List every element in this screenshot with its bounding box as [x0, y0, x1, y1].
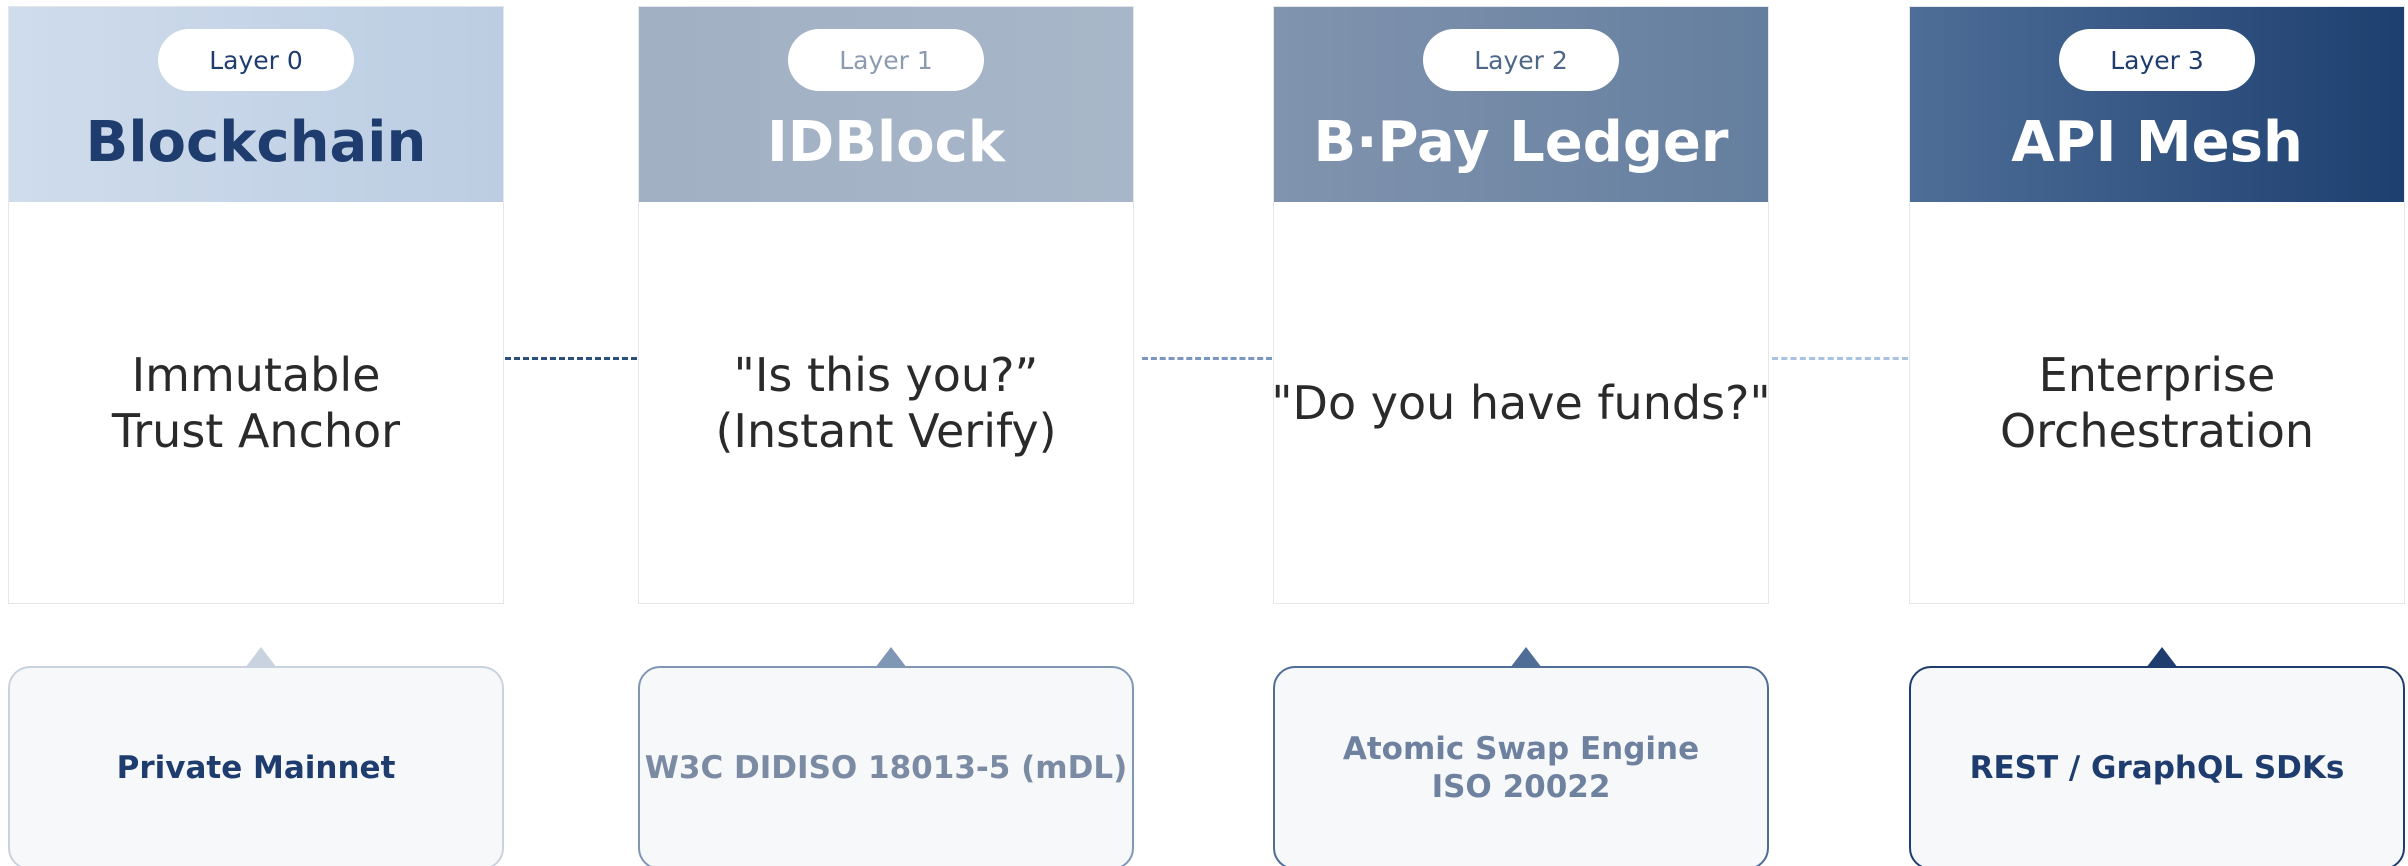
layer-tag-line: Private Mainnet — [116, 750, 396, 786]
layer-badge-1: Layer 1 — [788, 29, 984, 91]
layer-badge-2: Layer 2 — [1423, 29, 1619, 91]
callout-pointer-0 — [245, 647, 277, 668]
layer-tag-line: Atomic Swap Engine — [1342, 731, 1700, 767]
layer-description-line: "Do you have funds?" — [1271, 376, 1771, 430]
layer-title-1: IDBlock — [766, 110, 1006, 175]
layer-description-3: Enterprise Orchestration — [1910, 202, 2404, 604]
layer-badge-0: Layer 0 — [158, 29, 354, 91]
layer-header-2: Layer 2 B·Pay Ledger — [1274, 7, 1768, 202]
layer-description-line: Trust Anchor — [111, 404, 401, 458]
connector-line-1-2 — [1142, 357, 1272, 360]
layer-description-0: Immutable Trust Anchor — [9, 202, 503, 604]
layer-badge-3: Layer 3 — [2059, 29, 2255, 91]
layer-title-2: B·Pay Ledger — [1313, 110, 1729, 175]
layer-card-2: Layer 2 B·Pay Ledger "Do you have funds?… — [1271, 6, 1771, 604]
layer-card-1: Layer 1 IDBlock "Is this you?” (Instant … — [638, 6, 1134, 604]
layer-description-line: (Instant Verify) — [715, 404, 1057, 458]
layer-tag-line: ISO 20022 — [1431, 769, 1611, 805]
callout-pointer-2 — [1510, 647, 1542, 668]
callout-pointer-3 — [2146, 647, 2178, 668]
layer-description-line: "Is this you?” — [733, 348, 1039, 402]
layer-tag-line: REST / GraphQL SDKs — [1969, 750, 2345, 786]
layer-card-3: Layer 3 API Mesh Enterprise Orchestratio… — [1909, 6, 2405, 604]
callout-pointer-1 — [875, 647, 907, 668]
layer-stack-diagram: Layer 0 Blockchain Immutable Trust Ancho… — [0, 0, 2408, 866]
layer-description-line: Immutable — [131, 348, 381, 402]
layer-description-line: Enterprise — [2038, 348, 2276, 402]
layer-header-1: Layer 1 IDBlock — [639, 7, 1133, 202]
layer-tag-3: REST / GraphQL SDKs — [1909, 666, 2405, 866]
layer-description-1: "Is this you?” (Instant Verify) — [639, 202, 1133, 604]
layer-title-0: Blockchain — [85, 110, 427, 175]
layer-tag-1: W3C DIDISO 18013-5 (mDL) — [638, 666, 1134, 866]
layer-tag-line: W3C DIDISO 18013-5 (mDL) — [644, 750, 1128, 786]
layer-description-2: "Do you have funds?" — [1271, 202, 1771, 604]
layer-header-3: Layer 3 API Mesh — [1910, 7, 2404, 202]
layer-tag-0: Private Mainnet — [8, 666, 504, 866]
connector-line-0-1 — [505, 357, 637, 360]
layer-card-0: Layer 0 Blockchain Immutable Trust Ancho… — [8, 6, 504, 604]
layer-title-3: API Mesh — [2011, 110, 2303, 175]
connector-line-2-3 — [1772, 357, 1908, 360]
layer-description-line: Orchestration — [1999, 404, 2315, 458]
layer-header-0: Layer 0 Blockchain — [9, 7, 503, 202]
layer-tag-2: Atomic Swap Engine ISO 20022 — [1273, 666, 1769, 866]
